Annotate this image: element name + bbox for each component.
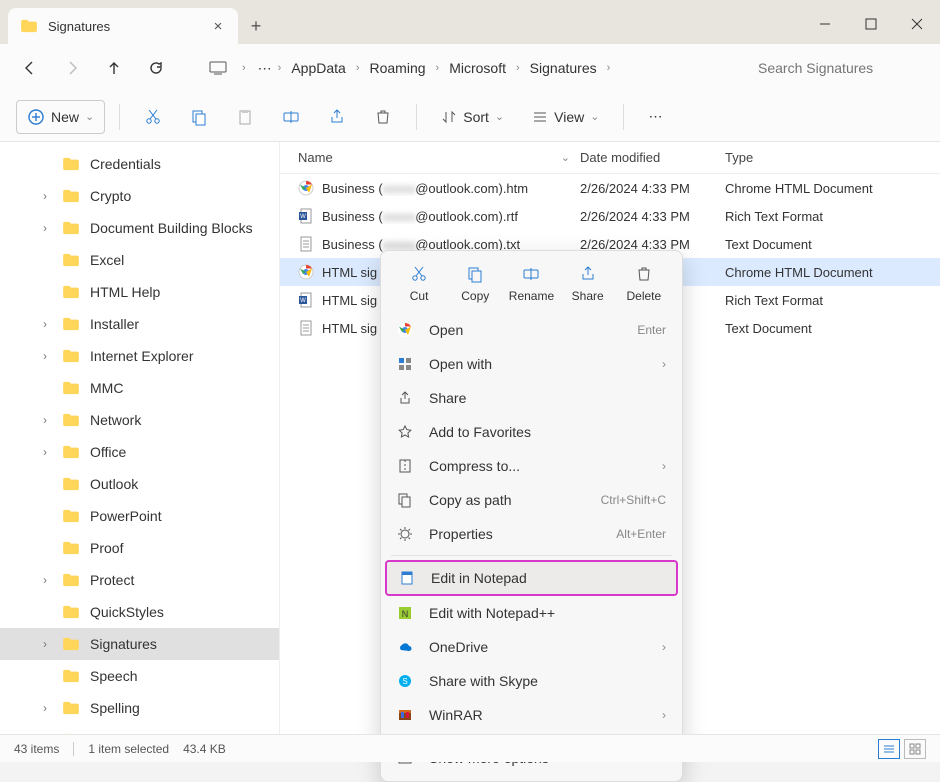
ctx-rename-button[interactable]: Rename	[504, 263, 558, 303]
share-button[interactable]	[318, 100, 356, 134]
tab-title: Signatures	[48, 19, 200, 34]
copy-button[interactable]	[180, 100, 218, 134]
svg-text:W: W	[300, 298, 306, 304]
ctx-item-compress-to-[interactable]: Compress to...›	[381, 449, 682, 483]
ctx-item-edit-with-notepad-[interactable]: NEdit with Notepad++	[381, 596, 682, 630]
tree-item-spelling[interactable]: ›Spelling	[0, 692, 279, 724]
ctx-item-edit-in-notepad[interactable]: Edit in Notepad	[385, 560, 678, 596]
ctx-item-properties[interactable]: PropertiesAlt+Enter	[381, 517, 682, 551]
tree-item-crypto[interactable]: ›Crypto	[0, 180, 279, 212]
tree-item-powerpoint[interactable]: PowerPoint	[0, 500, 279, 532]
ctx-item-onedrive[interactable]: OneDrive›	[381, 630, 682, 664]
tree-item-proof[interactable]: Proof	[0, 532, 279, 564]
refresh-button[interactable]	[138, 50, 174, 86]
breadcrumb-item[interactable]: Roaming	[366, 56, 430, 80]
new-tab-button[interactable]: +	[238, 8, 274, 44]
tree-item-office[interactable]: ›Office	[0, 436, 279, 468]
delete-button[interactable]	[364, 100, 402, 134]
paste-button[interactable]	[226, 100, 264, 134]
back-button[interactable]	[12, 50, 48, 86]
selected-size: 43.4 KB	[183, 742, 226, 756]
thumbnails-view-icon[interactable]	[904, 739, 926, 759]
tree-item-speech[interactable]: Speech	[0, 660, 279, 692]
column-date[interactable]: Date modified	[580, 142, 725, 173]
more-button[interactable]: ⋯	[638, 100, 672, 134]
ctx-copy-button[interactable]: Copy	[448, 263, 502, 303]
sort-icon	[441, 109, 457, 125]
breadcrumb-more[interactable]: ⋯	[258, 60, 272, 77]
list-icon	[532, 109, 548, 125]
context-menu: CutCopyRenameShareDelete OpenEnterOpen w…	[380, 250, 683, 782]
breadcrumb-item[interactable]: Signatures	[526, 56, 601, 80]
breadcrumb-item[interactable]: AppData	[287, 56, 349, 80]
ctx-item-share[interactable]: Share	[381, 381, 682, 415]
tree-item-network[interactable]: ›Network	[0, 404, 279, 436]
folder-icon	[20, 19, 38, 33]
cut-button[interactable]	[134, 100, 172, 134]
file-row[interactable]: Business (xxxxx@outlook.com).htm2/26/202…	[280, 174, 940, 202]
search-input[interactable]	[748, 52, 928, 84]
ctx-item-add-to-favorites[interactable]: Add to Favorites	[381, 415, 682, 449]
ctx-cut-button[interactable]: Cut	[392, 263, 446, 303]
svg-text:W: W	[300, 214, 306, 220]
breadcrumb[interactable]: ⋯ › AppData› Roaming› Microsoft› Signatu…	[252, 56, 742, 80]
window-tab[interactable]: Signatures ×	[8, 8, 238, 44]
ctx-item-copy-as-path[interactable]: Copy as pathCtrl+Shift+C	[381, 483, 682, 517]
breadcrumb-item[interactable]: Microsoft	[445, 56, 510, 80]
maximize-button[interactable]	[848, 4, 894, 44]
column-name[interactable]: Name⌄	[280, 142, 580, 173]
new-button[interactable]: New ⌄	[16, 100, 105, 134]
ctx-item-open[interactable]: OpenEnter	[381, 313, 682, 347]
details-view-icon[interactable]	[878, 739, 900, 759]
ctx-share-button[interactable]: Share	[561, 263, 615, 303]
chevron-right-icon: ›	[242, 62, 246, 74]
tree-item-mmc[interactable]: MMC	[0, 372, 279, 404]
svg-text:N: N	[402, 609, 409, 619]
tree-item-credentials[interactable]: Credentials	[0, 148, 279, 180]
ctx-item-winrar[interactable]: WinRAR›	[381, 698, 682, 732]
tree-item-html-help[interactable]: HTML Help	[0, 276, 279, 308]
sort-button[interactable]: Sort⌄	[431, 100, 514, 134]
selected-count: 1 item selected	[88, 742, 169, 756]
ctx-item-share-with-skype[interactable]: SShare with Skype	[381, 664, 682, 698]
ctx-delete-button[interactable]: Delete	[617, 263, 671, 303]
tree-item-internet-explorer[interactable]: ›Internet Explorer	[0, 340, 279, 372]
up-button[interactable]	[96, 50, 132, 86]
view-button[interactable]: View⌄	[522, 100, 609, 134]
folder-tree[interactable]: Credentials›Crypto›Document Building Blo…	[0, 142, 280, 734]
svg-text:S: S	[402, 677, 407, 686]
close-button[interactable]	[894, 4, 940, 44]
tree-item-signatures[interactable]: ›Signatures	[0, 628, 279, 660]
forward-button[interactable]	[54, 50, 90, 86]
chevron-down-icon: ⌄	[85, 110, 94, 123]
tree-item-excel[interactable]: Excel	[0, 244, 279, 276]
minimize-button[interactable]	[802, 4, 848, 44]
tree-item-installer[interactable]: ›Installer	[0, 308, 279, 340]
tree-item-stationery[interactable]: Stationery	[0, 724, 279, 734]
column-type[interactable]: Type	[725, 142, 940, 173]
item-count: 43 items	[14, 742, 59, 756]
tree-item-outlook[interactable]: Outlook	[0, 468, 279, 500]
tree-item-quickstyles[interactable]: QuickStyles	[0, 596, 279, 628]
close-tab-icon[interactable]: ×	[210, 18, 226, 35]
tree-item-document-building-blocks[interactable]: ›Document Building Blocks	[0, 212, 279, 244]
plus-circle-icon	[27, 108, 45, 126]
tree-item-protect[interactable]: ›Protect	[0, 564, 279, 596]
pc-icon[interactable]	[200, 50, 236, 86]
status-bar: 43 items 1 item selected 43.4 KB	[0, 734, 940, 762]
rename-button[interactable]	[272, 100, 310, 134]
ctx-item-open-with[interactable]: Open with›	[381, 347, 682, 381]
file-row[interactable]: WBusiness (xxxxx@outlook.com).rtf2/26/20…	[280, 202, 940, 230]
